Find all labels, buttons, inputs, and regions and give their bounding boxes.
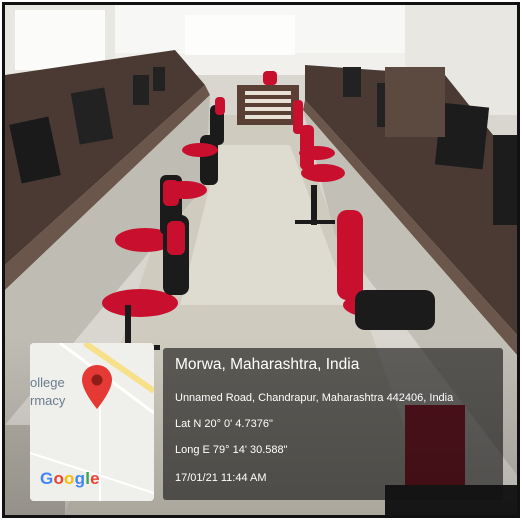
address-text: Unnamed Road, Chandrapur, Maharashtra 44… — [175, 392, 454, 404]
google-logo-letter: o — [53, 469, 65, 488]
location-title: Morwa, Maharashtra, India — [175, 356, 360, 373]
location-pin-icon — [82, 365, 112, 409]
google-logo-letter: G — [40, 469, 54, 488]
photo-frame: ollege rmacy Google Morwa, Maharashtra, … — [2, 2, 520, 518]
longitude-text: Long E 79° 14' 30.588" — [175, 444, 288, 456]
datetime-text: 17/01/21 11:44 AM — [175, 472, 267, 484]
google-logo: Google — [40, 469, 100, 489]
google-logo-letter: g — [74, 469, 86, 488]
google-logo-letter: e — [90, 469, 100, 488]
latitude-text: Lat N 20° 0' 4.7376" — [175, 418, 273, 430]
map-label-line1: ollege — [30, 375, 65, 390]
map-label-line2: rmacy — [30, 393, 66, 408]
map-thumbnail: ollege rmacy Google — [30, 343, 154, 501]
google-logo-letter: o — [64, 469, 75, 488]
location-info-panel: Morwa, Maharashtra, India Unnamed Road, … — [163, 348, 503, 500]
